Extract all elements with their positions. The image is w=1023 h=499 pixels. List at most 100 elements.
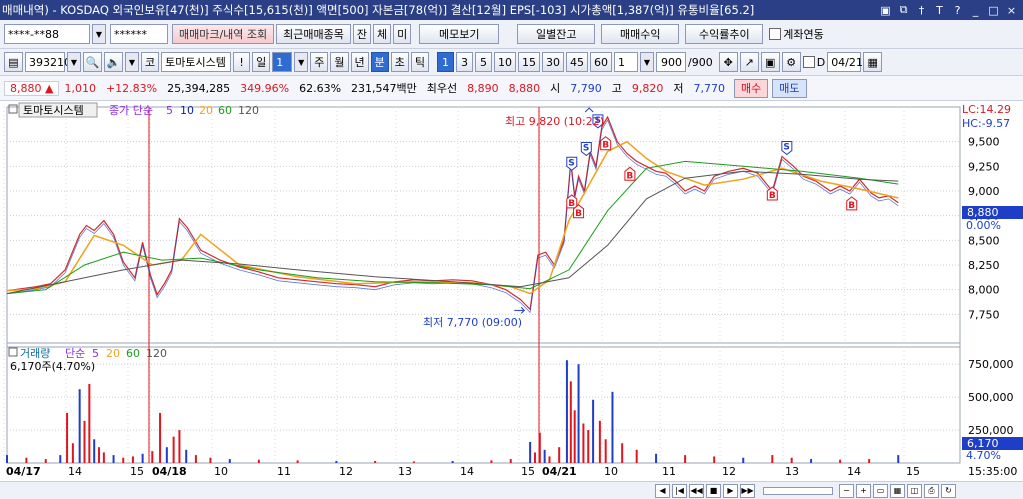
chart-area[interactable]: SBBSSBBBSB 9,5009,2509,0008,7508,5008,25… (0, 101, 1023, 499)
checkbox-icon[interactable] (769, 28, 782, 40)
nav-prev-icon[interactable]: ◀ (655, 483, 670, 498)
nav-first-icon[interactable]: |◀ (672, 483, 687, 498)
interval-dropdown-icon[interactable]: ▼ (640, 52, 654, 72)
interval-3-button[interactable]: 3 (456, 52, 473, 72)
buy-button[interactable]: 매수 (734, 78, 769, 98)
account-dropdown-icon[interactable]: ▼ (92, 24, 106, 44)
price-ytick-label: 7,750 (968, 308, 1000, 321)
pin-icon[interactable]: ▣ (878, 3, 893, 17)
account-link-checkbox[interactable]: 계좌연동 (769, 26, 824, 42)
market-button[interactable]: 코 (141, 52, 160, 72)
count-total: /900 (688, 55, 713, 69)
nav-play-icon[interactable]: ▶ (723, 483, 738, 498)
tools-icon[interactable]: ✥ (718, 52, 738, 72)
save-icon[interactable]: ▣ (760, 52, 780, 72)
price-ytick-label: 8,000 (968, 284, 1000, 297)
volume-bar (44, 459, 47, 463)
volume-bar (78, 389, 81, 463)
password-input[interactable]: ****** (110, 24, 168, 44)
period-tick-button[interactable]: 틱 (410, 52, 429, 72)
speaker-dropdown-icon[interactable]: ▼ (125, 52, 139, 72)
volume-bar (587, 430, 590, 463)
interval-30-button[interactable]: 30 (542, 52, 564, 72)
x-tick-label: 11 (277, 465, 291, 478)
stock-code-input[interactable]: 393210 (25, 52, 71, 72)
code-dropdown-icon[interactable]: ▼ (67, 52, 81, 72)
close-icon[interactable]: × (1004, 3, 1019, 17)
interval-1-button[interactable]: 1 (437, 52, 454, 72)
period-year-button[interactable]: 년 (350, 52, 369, 72)
period-week-button[interactable]: 주 (310, 52, 329, 72)
minimize-icon[interactable]: _ (968, 3, 983, 17)
interval-60-button[interactable]: 60 (590, 52, 612, 72)
volume-legend-ma-label: 단순 (65, 347, 85, 360)
legend-ma20: 20 (199, 104, 213, 117)
price-volume-chart[interactable]: SBBSSBBBSB 9,5009,2509,0008,7508,5008,25… (0, 101, 1023, 481)
period-month-button[interactable]: 월 (330, 52, 349, 72)
volume-legend-ma60: 60 (126, 347, 140, 360)
date-checkbox[interactable]: D (802, 56, 825, 69)
scroll-slider[interactable] (763, 486, 833, 495)
volume-bar (228, 459, 231, 463)
interval-10-button[interactable]: 10 (494, 52, 516, 72)
layout-icon[interactable]: ▦ (890, 483, 905, 498)
zoom-out-icon[interactable]: − (839, 483, 854, 498)
interval-45-button[interactable]: 45 (566, 52, 588, 72)
interval-5-button[interactable]: 5 (475, 52, 492, 72)
calendar-icon[interactable]: ▦ (863, 52, 883, 72)
nav-rewind-icon[interactable]: ◀◀ (689, 483, 704, 498)
count-input[interactable]: 900 (656, 52, 686, 72)
period-day-button[interactable]: 일 (252, 52, 271, 72)
sell-button[interactable]: 매도 (772, 78, 807, 98)
period-second-button[interactable]: 초 (390, 52, 409, 72)
period-value-field[interactable]: 1 (272, 52, 293, 72)
account-input[interactable]: ****-**88 (4, 24, 90, 44)
executed-button[interactable]: 체 (373, 24, 392, 44)
date-input[interactable]: 04/21 (827, 52, 863, 72)
speaker-icon[interactable]: 🔈 (104, 52, 123, 72)
search-icon[interactable]: 🔍 (83, 52, 102, 72)
refresh-icon[interactable]: ↻ (941, 483, 956, 498)
time-label: 15:35:00 (968, 465, 1017, 478)
alert-button[interactable]: ! (233, 52, 251, 72)
gear-icon[interactable]: ⚙ (781, 52, 801, 72)
low-label: 저 (673, 82, 684, 95)
maximize-icon[interactable]: □ (986, 3, 1001, 17)
x-tick-label: 14 (460, 465, 474, 478)
trade-amount: 231,547백만 (351, 82, 417, 95)
trade-profit-button[interactable]: 매매수익 (601, 24, 680, 44)
volume-bar (374, 461, 377, 463)
memo-button[interactable]: 메모보기 (419, 24, 500, 44)
unexecuted-button[interactable]: 미 (393, 24, 412, 44)
interval-15-button[interactable]: 15 (518, 52, 540, 72)
volume: 25,394,285 (167, 81, 231, 95)
print-icon[interactable]: ⎙ (924, 483, 939, 498)
recent-trade-button[interactable]: 최근매매종목 (276, 24, 351, 44)
period-dropdown-icon[interactable]: ▼ (294, 52, 309, 72)
daily-balance-button[interactable]: 일별잔고 (517, 24, 596, 44)
trade-mark-button[interactable]: 매매마크/내역 조회 (172, 24, 275, 44)
balance-button[interactable]: 잔 (352, 24, 372, 44)
volume-ytick-label: 500,000 (968, 391, 1014, 404)
draw-icon[interactable]: ↗ (739, 52, 759, 72)
text-icon[interactable]: T (932, 3, 947, 17)
period-minute-button[interactable]: 분 (370, 52, 389, 72)
volume-bar (165, 447, 168, 463)
nav-stop-icon[interactable]: ■ (706, 483, 721, 498)
menu-icon[interactable]: ▤ (4, 52, 23, 72)
profit-trend-button[interactable]: 수익률추이 (685, 24, 764, 44)
interval-value-field[interactable]: 1 (614, 52, 638, 72)
volume-bar (533, 452, 536, 463)
zoom-in-icon[interactable]: + (856, 483, 871, 498)
chart-toolbar: ▤ 393210 ▼ 🔍 🔈 ▼ 코 토마토시스템 ! 일 1 ▼ 주 월 년 … (0, 49, 1023, 76)
volume-bar (102, 452, 105, 463)
volume-bar (194, 455, 197, 463)
nav-forward-icon[interactable]: ▶▶ (740, 483, 755, 498)
split-icon[interactable]: ◫ (907, 483, 922, 498)
checkbox-icon[interactable] (802, 56, 815, 68)
volume-bar (151, 451, 154, 463)
fit-icon[interactable]: ▭ (873, 483, 888, 498)
help-icon[interactable]: ? (950, 3, 965, 17)
dagger-icon[interactable]: † (914, 3, 929, 17)
restore-icon[interactable]: ⧉ (896, 3, 911, 17)
